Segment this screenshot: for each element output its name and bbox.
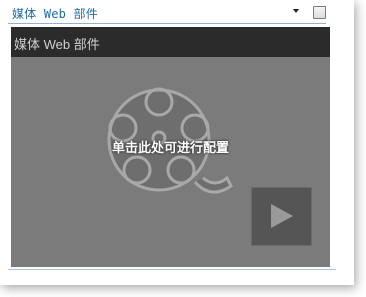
media-player[interactable]: 媒体 Web 部件 单击此处可进行配置 [11, 27, 330, 267]
dropdown-arrow-icon[interactable] [293, 9, 299, 13]
web-part-bottom-border [8, 269, 336, 270]
play-button[interactable] [251, 187, 312, 246]
player-title-bar: 媒体 Web 部件 [11, 27, 330, 57]
web-part-header: 媒体 Web 部件 [0, 0, 354, 22]
web-part-title[interactable]: 媒体 Web 部件 [12, 5, 98, 22]
web-part-frame: 媒体 Web 部件 媒体 Web 部件 单击此处可进行配置 [0, 0, 354, 285]
header-divider [8, 23, 326, 24]
player-title: 媒体 Web 部件 [14, 37, 100, 52]
play-icon [271, 204, 293, 228]
configure-link[interactable]: 单击此处可进行配置 [11, 137, 330, 156]
web-part-select-checkbox[interactable] [313, 6, 326, 19]
